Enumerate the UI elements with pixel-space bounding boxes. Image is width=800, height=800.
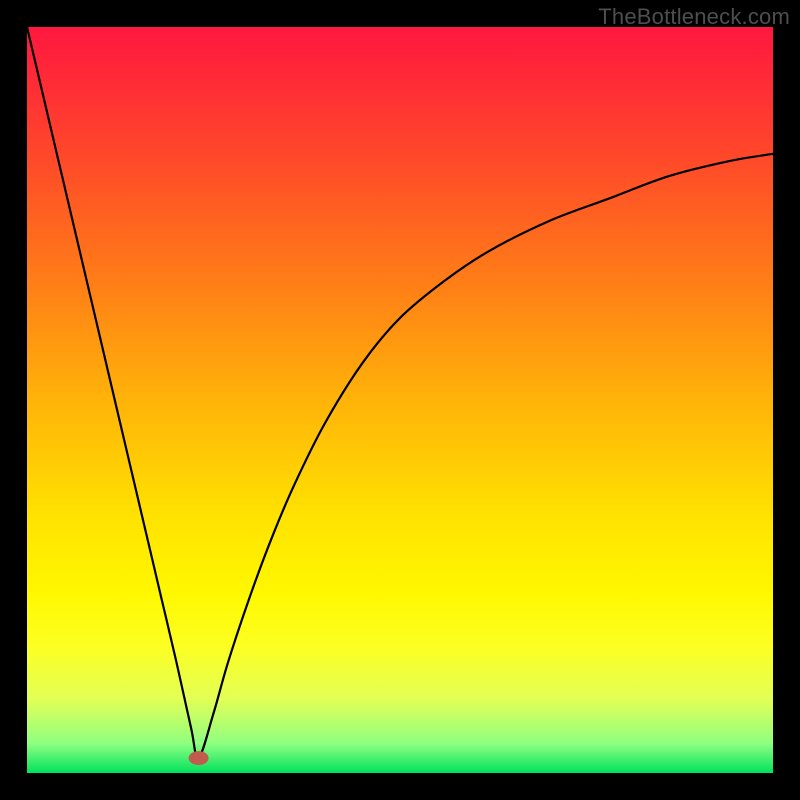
chart-svg <box>27 27 773 773</box>
gradient-background <box>27 27 773 773</box>
minimum-marker <box>189 751 209 765</box>
plot-area <box>27 27 773 773</box>
chart-frame: TheBottleneck.com <box>0 0 800 800</box>
